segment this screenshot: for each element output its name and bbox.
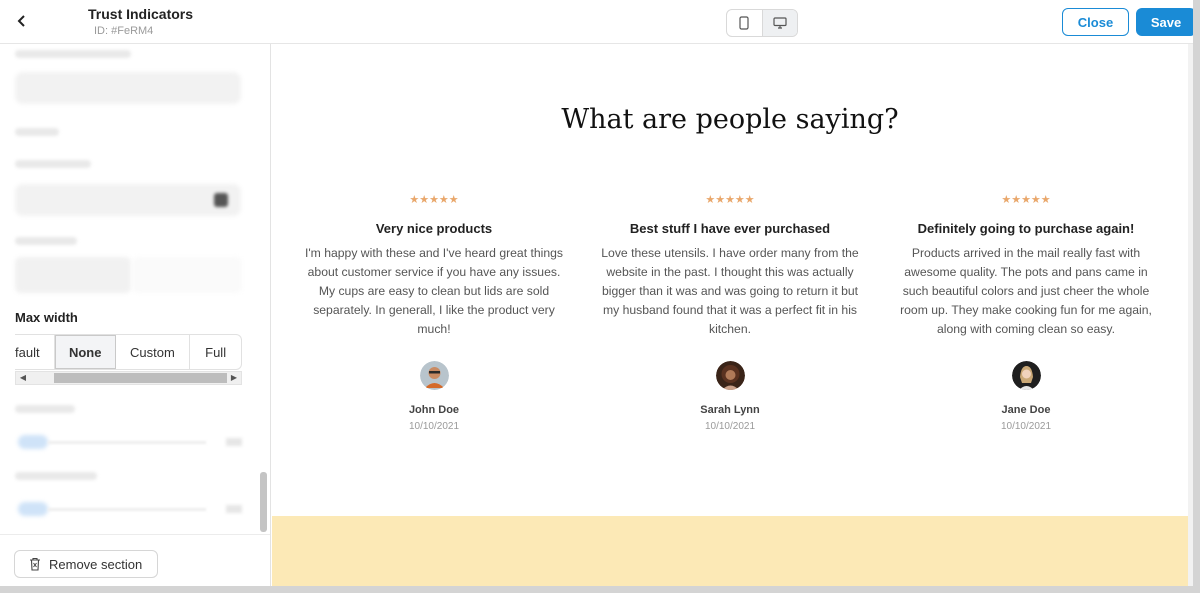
blurred-label (15, 50, 131, 58)
blurred-value (226, 438, 242, 446)
desktop-icon (773, 17, 787, 29)
avatar-photo-icon (419, 361, 449, 390)
testimonial-body: I'm happy with these and I've heard grea… (304, 246, 564, 336)
section-heading: What are people saying? (561, 104, 899, 135)
testimonial-title: Very nice products (375, 221, 493, 236)
testimonial-card: ★★★★★ Very nice products I'm happy with … (304, 193, 564, 432)
close-button[interactable]: Close (1062, 8, 1129, 36)
horizontal-scrollbar[interactable]: ◀ ▶ (15, 371, 242, 385)
testimonial-title: Best stuff I have ever purchased (629, 221, 831, 236)
scroll-left-icon[interactable]: ◀ (16, 372, 30, 384)
avatar-photo-icon (715, 361, 745, 390)
max-width-selector: fault None Custom Full (15, 334, 242, 370)
chevron-left-icon (17, 15, 25, 27)
mobile-view-button[interactable] (727, 10, 762, 36)
reviewer-name: John Doe (408, 404, 460, 416)
blurred-color-swatch (214, 193, 228, 207)
panel-header: Trust Indicators ID: #FeRM4 (88, 6, 193, 37)
preview-scrollbar[interactable] (1188, 44, 1193, 586)
max-width-option-full[interactable]: Full (190, 335, 241, 369)
back-arrow-icon[interactable] (10, 10, 34, 34)
rating-stars-icon: ★★★★★ (705, 194, 755, 206)
panel-title: Trust Indicators (88, 6, 194, 22)
testimonial-title: Definitely going to purchase again! (917, 221, 1135, 236)
blurred-option (15, 257, 131, 293)
sidebar-footer: Remove section (0, 534, 270, 586)
next-section-band (272, 516, 1188, 586)
settings-sidebar: Max width fault None Custom Full ◀ ▶ Rem… (0, 44, 271, 586)
sidebar-scrollbar[interactable] (260, 472, 267, 532)
section-id: ID: #FeRM4 (94, 25, 154, 37)
editor-app: Trust Indicators ID: #FeRM4 Close Save M… (0, 0, 1193, 586)
max-width-option-custom[interactable]: Custom (116, 335, 191, 369)
blurred-label (15, 128, 59, 136)
avatar (419, 361, 449, 390)
max-width-label: Max width (15, 310, 78, 325)
review-date: 10/10/2021 (408, 421, 460, 432)
scroll-right-icon[interactable]: ▶ (227, 372, 241, 384)
rating-stars-icon: ★★★★★ (1001, 194, 1051, 206)
testimonial-body: Love these utensils. I have order many f… (601, 246, 859, 336)
blurred-slider-knob (18, 435, 48, 449)
device-toggle (726, 9, 798, 37)
avatar (1011, 361, 1041, 390)
blurred-label (15, 405, 75, 413)
reviewer-name: Jane Doe (1001, 404, 1051, 416)
blurred-value (226, 505, 242, 513)
max-width-option-none[interactable]: None (54, 335, 116, 369)
top-bar: Trust Indicators ID: #FeRM4 Close Save (0, 0, 1193, 44)
avatar-photo-icon (1011, 361, 1041, 390)
reviewer-name: Sarah Lynn (700, 404, 760, 416)
blurred-label (15, 472, 97, 480)
desktop-view-button[interactable] (761, 10, 797, 36)
avatar (715, 361, 745, 390)
scrollbar-thumb[interactable] (54, 373, 227, 383)
blurred-slider-track (48, 441, 206, 444)
save-button[interactable]: Save (1136, 8, 1193, 36)
review-date: 10/10/2021 (704, 421, 756, 432)
testimonial-card: ★★★★★ Definitely going to purchase again… (896, 193, 1156, 432)
blurred-label (15, 237, 77, 245)
blurred-option (132, 257, 242, 293)
blurred-input (15, 72, 241, 104)
blurred-slider-knob (18, 502, 48, 516)
blurred-label (15, 160, 91, 168)
page-preview: What are people saying? ★★★★★ Very nice … (272, 44, 1193, 586)
remove-section-label: Remove section (49, 556, 143, 572)
review-date: 10/10/2021 (1000, 421, 1052, 432)
testimonial-card: ★★★★★ Best stuff I have ever purchased L… (600, 193, 860, 432)
mobile-icon (739, 16, 749, 30)
blurred-input (15, 184, 241, 216)
max-width-option-default[interactable]: fault (15, 335, 55, 369)
remove-section-button[interactable]: Remove section (14, 550, 158, 578)
trash-icon (30, 557, 40, 571)
testimonial-body: Products arrived in the mail really fast… (900, 246, 1152, 336)
rating-stars-icon: ★★★★★ (409, 194, 459, 206)
blurred-slider-track (48, 508, 206, 511)
